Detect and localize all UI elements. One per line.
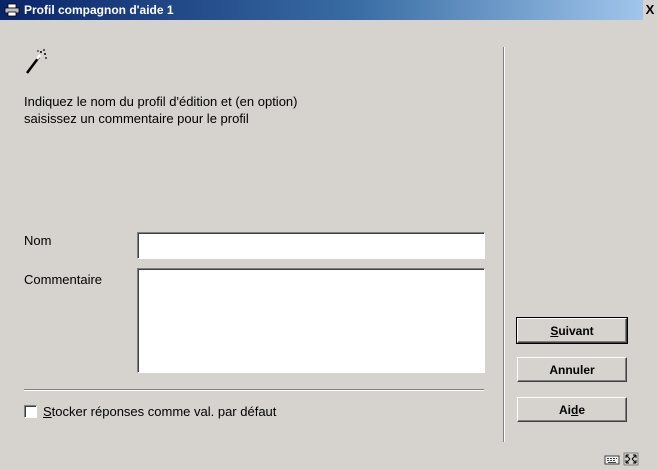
instructions-line-1: Indiquez le nom du profil d'édition et (…	[24, 94, 298, 109]
instructions-line-2: saisissez un commentaire pour le profil	[24, 111, 249, 126]
title-bar[interactable]: Profil compagnon d'aide 1 X	[0, 0, 657, 20]
keyboard-icon[interactable]	[604, 452, 620, 466]
resize-icon[interactable]	[623, 452, 639, 466]
printer-icon	[4, 3, 20, 17]
wand-icon	[24, 48, 48, 76]
name-label: Nom	[24, 233, 52, 248]
horizontal-separator	[24, 389, 484, 391]
instructions-text: Indiquez le nom du profil d'édition et (…	[24, 93, 404, 127]
help-button[interactable]: Ai d e	[517, 397, 627, 422]
comment-textarea[interactable]	[137, 268, 485, 373]
close-button[interactable]: X	[643, 0, 657, 20]
comment-label: Commentaire	[24, 272, 103, 287]
next-button[interactable]: Suivant	[516, 317, 628, 344]
window-title: Profil compagnon d'aide 1	[24, 3, 174, 17]
default-answers-option[interactable]: Stocker réponses comme val. par défaut	[24, 404, 276, 419]
default-answers-checkbox[interactable]	[24, 405, 37, 418]
default-answers-label: Stocker réponses comme val. par défaut	[43, 404, 277, 419]
vertical-separator	[503, 47, 505, 442]
cancel-button[interactable]: Annuler	[517, 357, 627, 382]
name-input[interactable]	[137, 232, 485, 259]
